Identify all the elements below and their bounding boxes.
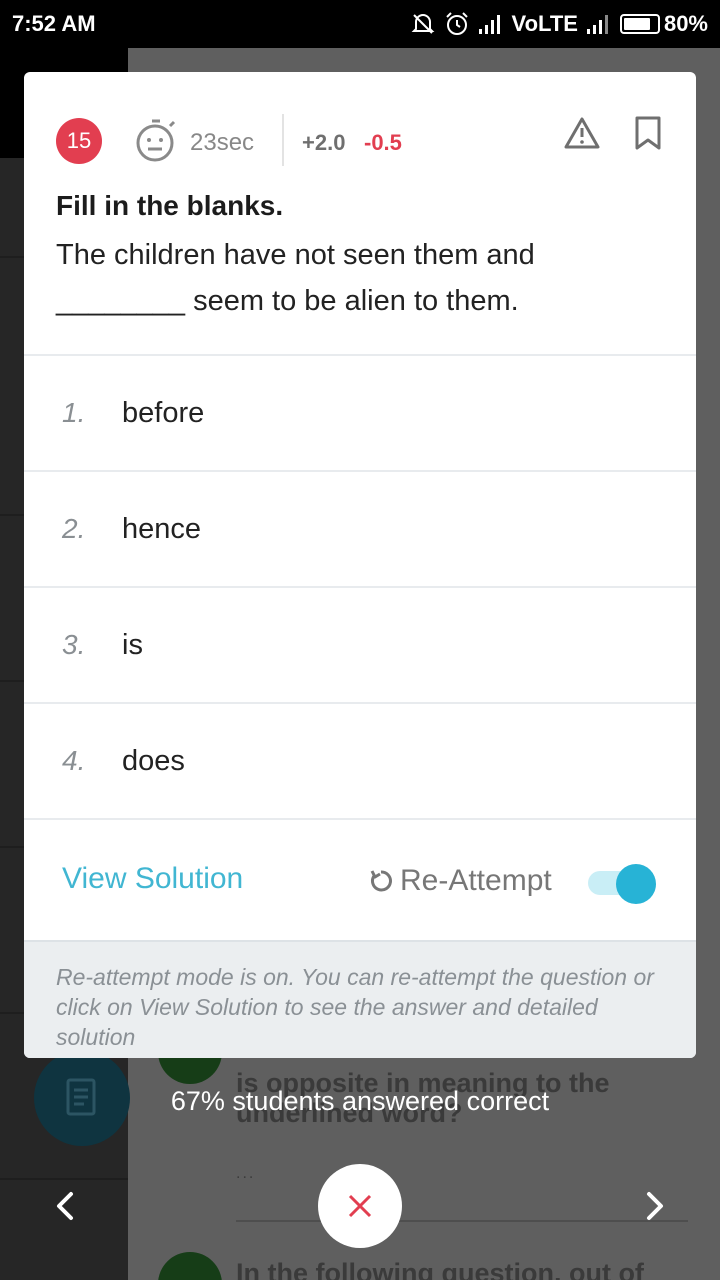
reattempt-label: Re-Attempt: [400, 864, 552, 897]
option-text: hence: [122, 512, 202, 545]
option-text: is: [122, 628, 143, 661]
background-divider: [0, 1178, 128, 1180]
question-instruction: Fill in the blanks.: [56, 190, 284, 221]
timer-icon: [136, 119, 176, 162]
option-number: 3.: [62, 629, 86, 660]
background-question-text: In the following question, out of: [236, 1258, 644, 1280]
network-label: VoLTE: [511, 11, 578, 36]
background-divider: [236, 1220, 688, 1222]
option-3[interactable]: 3. is: [24, 586, 696, 702]
chevron-right-icon[interactable]: [638, 1188, 670, 1224]
status-time: 7:52 AM: [12, 11, 96, 36]
meta-divider: [282, 114, 284, 166]
alarm-icon: [445, 12, 468, 35]
negative-marks: -0.5: [364, 130, 402, 155]
status-bar: 7:52 AM VoLTE 80%: [0, 0, 720, 48]
view-solution-link[interactable]: View Solution: [62, 862, 243, 896]
warning-icon[interactable]: [564, 116, 600, 150]
reattempt-info: Re-attempt mode is on. You can re-attemp…: [24, 940, 696, 1058]
reattempt-toggle[interactable]: [588, 864, 656, 904]
close-button[interactable]: [318, 1164, 402, 1248]
question-text: The children have not seen them and ____…: [56, 239, 535, 317]
mute-bell-icon: [411, 14, 434, 34]
stats-text: 67% students answered correct: [170, 1086, 550, 1116]
bookmark-icon[interactable]: [634, 116, 662, 150]
option-4[interactable]: 4. does: [24, 702, 696, 818]
option-text: before: [122, 396, 205, 429]
timer-text: 23sec: [190, 129, 255, 156]
signal-icon-2: [586, 15, 608, 34]
option-number: 1.: [62, 397, 86, 428]
toggle-knob: [616, 864, 656, 904]
battery-icon: [619, 14, 660, 34]
option-number: 4.: [62, 745, 86, 776]
chevron-left-icon[interactable]: [50, 1188, 82, 1224]
battery: 80%: [619, 11, 708, 37]
options-list: 1. before 2. hence 3. is 4. does: [24, 354, 696, 818]
reattempt-label-group: Re-Attempt: [368, 864, 552, 898]
option-text: does: [122, 744, 185, 777]
battery-percent: 80%: [663, 11, 708, 36]
option-1[interactable]: 1. before: [24, 354, 696, 470]
action-row: View Solution Re-Attempt: [24, 818, 696, 940]
question-number-badge: 15: [56, 118, 102, 164]
reattempt-icon: [370, 870, 392, 892]
background-more-dots: ...: [236, 1165, 256, 1182]
close-icon: [348, 1194, 372, 1218]
question-card: 15 23sec +2.0 -0.5 Fill in the blanks. T…: [24, 72, 696, 1058]
signal-icon: [478, 15, 500, 34]
battery-level: [623, 18, 650, 30]
question-meta: 15 23sec +2.0 -0.5: [24, 72, 696, 202]
option-2[interactable]: 2. hence: [24, 470, 696, 586]
option-number: 2.: [62, 513, 86, 544]
positive-marks: +2.0: [302, 130, 346, 155]
status-icons: VoLTE 80%: [410, 11, 708, 37]
